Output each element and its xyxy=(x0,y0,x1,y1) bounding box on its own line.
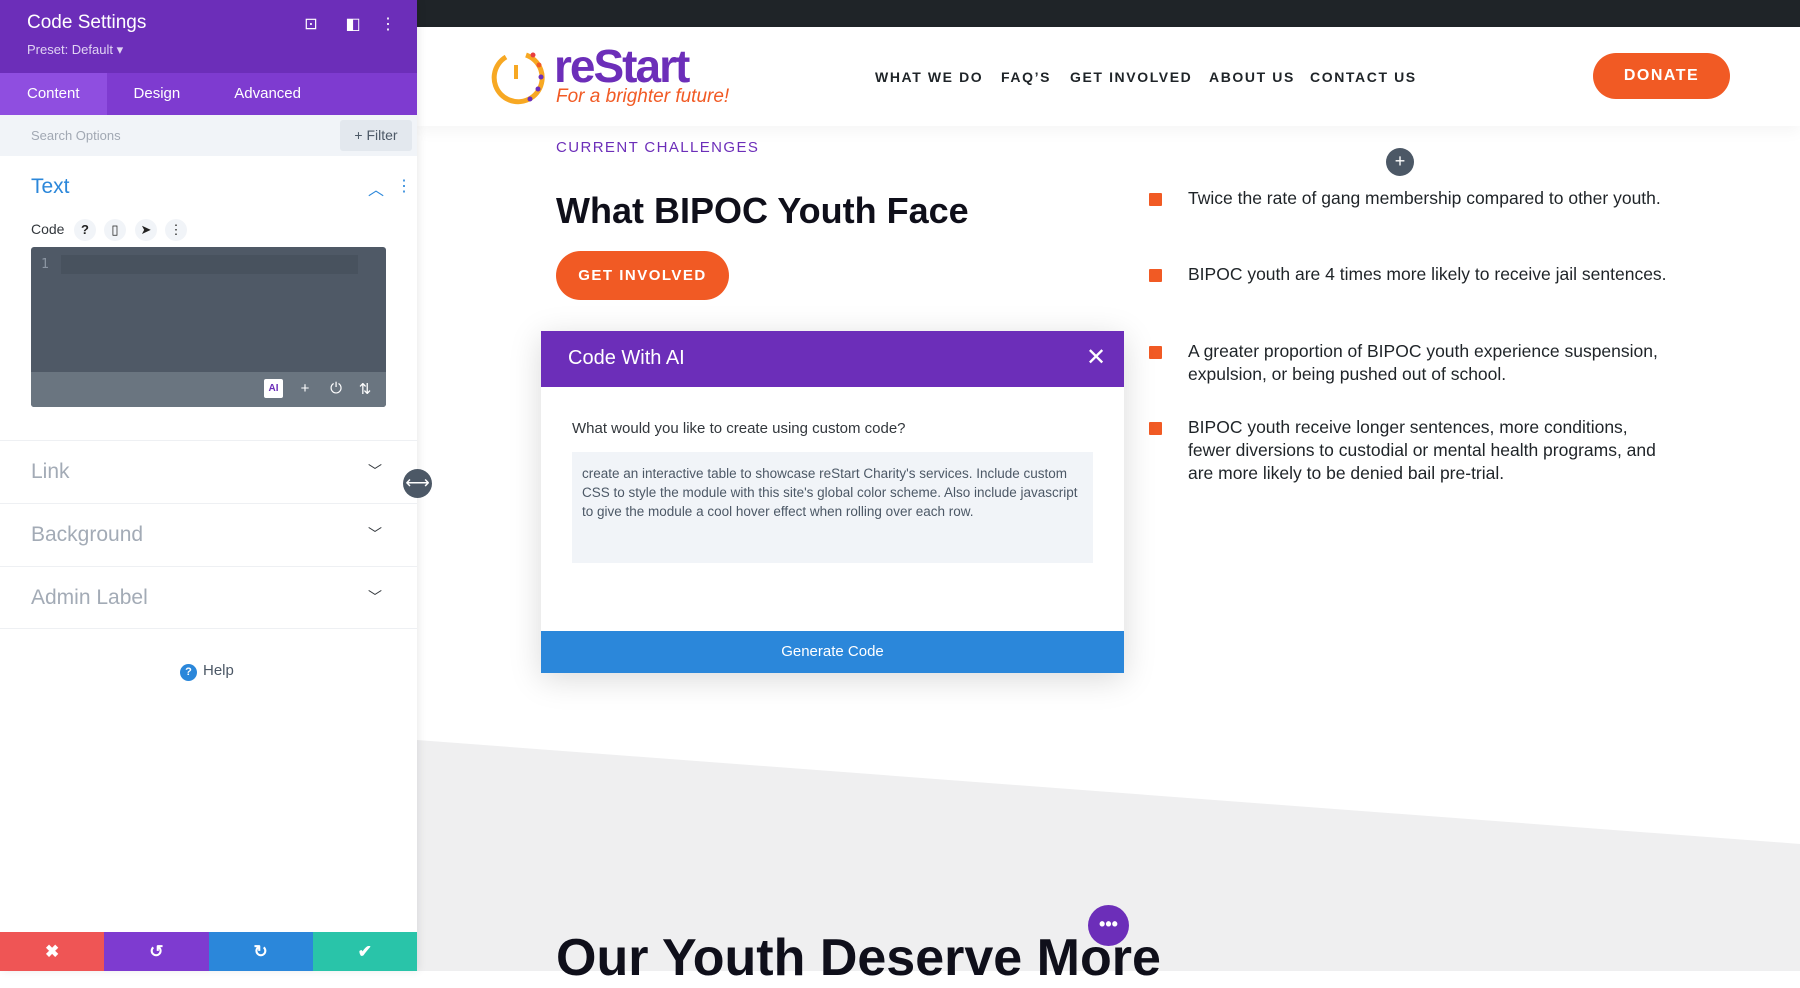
fullscreen-icon[interactable]: ⊡ xyxy=(301,14,321,34)
save-button[interactable]: ✔ xyxy=(312,932,417,971)
panel-actions: ✖ ↺ ↻ ✔ xyxy=(0,932,417,971)
cursor-icon[interactable]: ➤ xyxy=(135,219,157,241)
active-line xyxy=(61,255,358,274)
plus-icon[interactable]: + xyxy=(295,380,315,397)
add-module-plus-icon[interactable]: + xyxy=(1386,148,1414,176)
sort-icon[interactable]: ⇅ xyxy=(355,380,375,398)
filter-button[interactable]: + Filter xyxy=(340,120,412,151)
help-circle-icon: ? xyxy=(180,664,197,681)
nav-faqs[interactable]: FAQ’S xyxy=(1001,69,1051,85)
logo-name: reStart xyxy=(554,40,690,92)
redo-button[interactable]: ↻ xyxy=(208,932,313,971)
section-background[interactable]: Background ﹀ xyxy=(0,503,417,566)
nav-what-we-do[interactable]: WHAT WE DO xyxy=(875,69,983,85)
bullet-text: Twice the rate of gang membership compar… xyxy=(1188,188,1661,208)
settings-panel: Code Settings Preset: Default ▾ ⊡ ◧ ⋮ Co… xyxy=(0,0,417,971)
field-menu-icon[interactable]: ⋮ xyxy=(165,219,187,241)
logo-tagline: For a brighter future! xyxy=(556,86,730,107)
code-with-ai-modal: Code With AI ✕ What would you like to cr… xyxy=(541,331,1124,673)
bullet-square-icon xyxy=(1149,193,1162,206)
bullet-text: A greater proportion of BIPOC youth expe… xyxy=(1188,341,1658,384)
resize-handle-icon[interactable]: ⟷ xyxy=(403,469,432,498)
get-involved-button[interactable]: GET INVOLVED xyxy=(556,251,729,300)
power-icon[interactable]: ⏻ xyxy=(326,380,346,397)
ai-icon[interactable]: AI xyxy=(264,379,283,398)
builder-top-bar xyxy=(417,0,1800,27)
section-admin-label[interactable]: Admin Label ﹀ xyxy=(0,566,417,629)
help-link[interactable]: ? Help xyxy=(180,662,234,681)
undo-button[interactable]: ↺ xyxy=(104,932,209,971)
tab-advanced[interactable]: Advanced xyxy=(207,73,328,115)
bullet-text: BIPOC youth receive longer sentences, mo… xyxy=(1188,417,1656,483)
section-text-title[interactable]: Text xyxy=(31,175,70,199)
help-icon[interactable]: ? xyxy=(74,219,96,241)
bullet-square-icon xyxy=(1149,346,1162,359)
chevron-down-icon: ﹀ xyxy=(368,589,382,605)
close-icon[interactable]: ✕ xyxy=(1086,343,1106,372)
eyebrow-label: CURRENT CHALLENGES xyxy=(556,139,760,156)
section-label: Admin Label xyxy=(31,586,148,609)
section-heading: What BIPOC Youth Face xyxy=(556,190,969,231)
chevron-down-icon: ﹀ xyxy=(368,463,382,479)
chevron-up-icon[interactable]: ︿ xyxy=(368,176,384,200)
site-logo[interactable]: reStart For a brighter future! xyxy=(486,40,729,116)
line-number: 1 xyxy=(41,257,49,272)
nav-about-us[interactable]: ABOUT US xyxy=(1209,69,1295,85)
bullet-square-icon xyxy=(1149,269,1162,282)
panel-title: Code Settings xyxy=(27,12,147,33)
prompt-textarea[interactable]: create an interactive table to showcase … xyxy=(572,452,1093,563)
section-label: Link xyxy=(31,460,70,483)
bullet-text: BIPOC youth are 4 times more likely to r… xyxy=(1188,264,1667,284)
chevron-down-icon: ﹀ xyxy=(368,526,382,542)
section-heading-2: Our Youth Deserve More xyxy=(556,929,1161,987)
split-view-icon[interactable]: ◧ xyxy=(343,14,363,34)
tab-content[interactable]: Content xyxy=(0,73,107,115)
modal-title: Code With AI xyxy=(568,347,685,369)
nav-contact-us[interactable]: CONTACT US xyxy=(1310,69,1417,85)
search-placeholder: Search Options xyxy=(31,128,121,143)
bullet-square-icon xyxy=(1149,422,1162,435)
more-options-icon[interactable]: ⋮ xyxy=(378,14,398,34)
mobile-icon[interactable]: ▯ xyxy=(104,219,126,241)
panel-tabs: Content Design Advanced xyxy=(0,73,417,115)
section-label: Background xyxy=(31,523,144,546)
panel-header: Code Settings Preset: Default ▾ ⊡ ◧ ⋮ xyxy=(0,0,417,73)
donate-button[interactable]: DONATE xyxy=(1593,53,1730,99)
generate-code-button[interactable]: Generate Code xyxy=(541,631,1124,673)
tab-design[interactable]: Design xyxy=(107,73,208,115)
code-editor[interactable]: 1 AI + ⏻ ⇅ xyxy=(31,247,386,407)
modal-header: Code With AI ✕ xyxy=(541,331,1124,387)
help-label: Help xyxy=(203,662,234,679)
nav-get-involved[interactable]: GET INVOLVED xyxy=(1070,69,1192,85)
editor-toolbar: AI + ⏻ ⇅ xyxy=(31,372,386,407)
section-menu-icon[interactable]: ⋮ xyxy=(396,176,412,196)
code-label: Code xyxy=(31,221,65,237)
preset-dropdown[interactable]: Preset: Default ▾ xyxy=(27,42,123,58)
section-link[interactable]: Link ﹀ xyxy=(0,440,417,503)
discard-button[interactable]: ✖ xyxy=(0,932,105,971)
prompt-label: What would you like to create using cust… xyxy=(572,420,906,437)
more-options-dots-icon[interactable]: ••• xyxy=(1088,905,1129,946)
